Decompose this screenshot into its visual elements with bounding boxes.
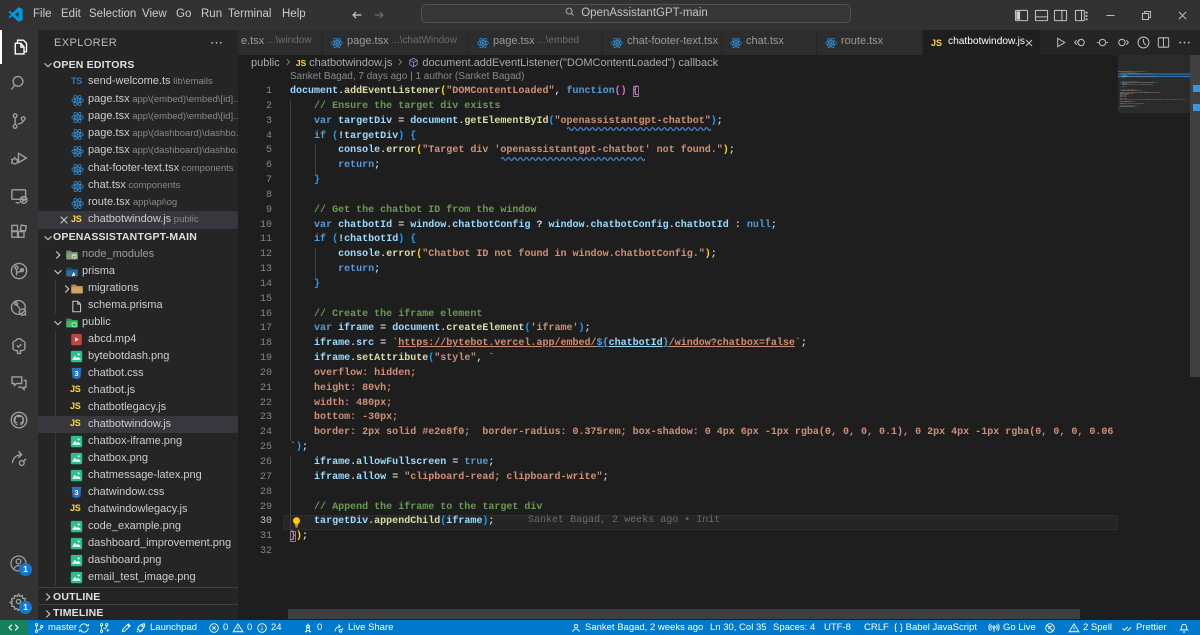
svg-text:3: 3: [74, 369, 78, 378]
svg-text:3: 3: [74, 488, 78, 497]
